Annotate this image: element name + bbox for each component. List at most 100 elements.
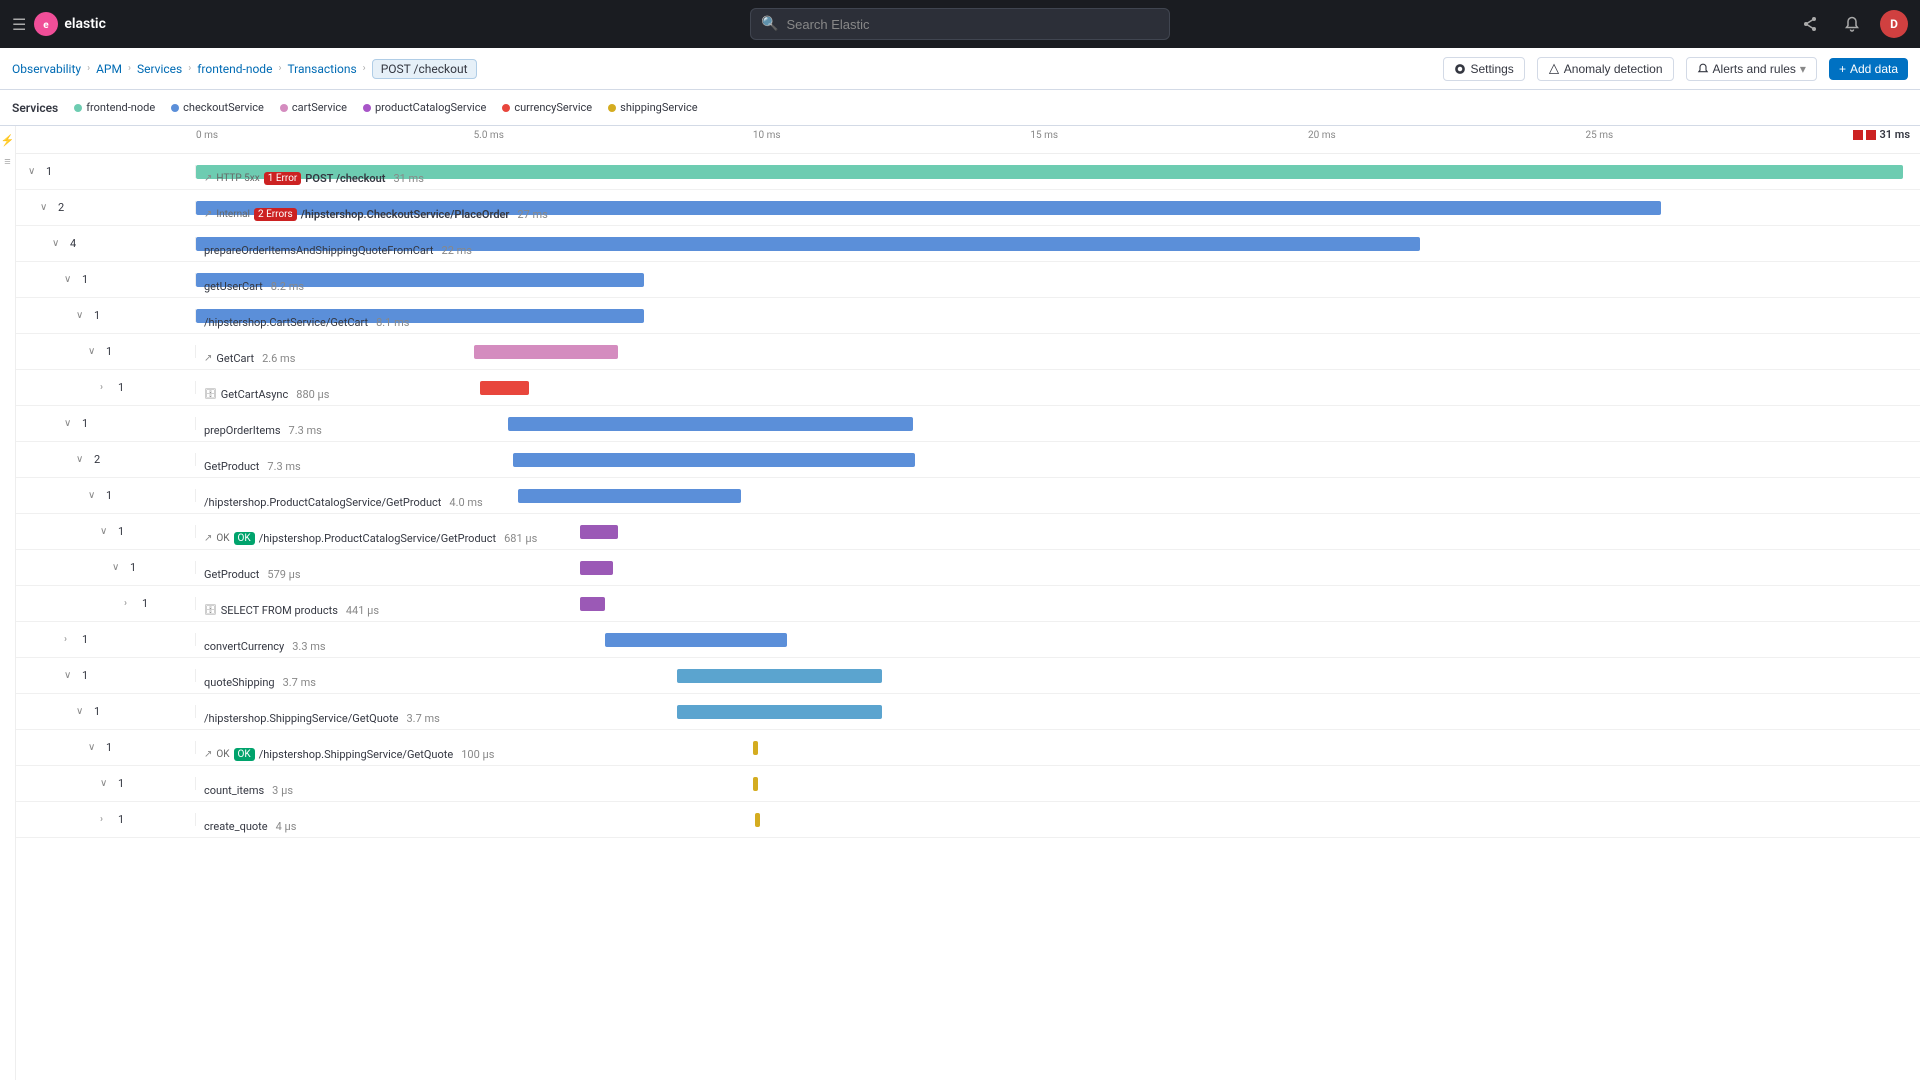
expand-btn-r8[interactable]: ∨ (64, 418, 78, 429)
svg-text:e: e (44, 20, 50, 31)
row-left-r13: ›1 (16, 597, 196, 610)
row-left-r2: ∨2 (16, 201, 196, 214)
span-label: /hipstershop.ProductCatalogService/GetPr… (259, 532, 496, 545)
anomaly-detection-button[interactable]: Anomaly detection (1537, 57, 1674, 81)
expand-btn-r5[interactable]: ∨ (76, 310, 90, 321)
breadcrumb-transactions[interactable]: Transactions (287, 62, 356, 76)
breadcrumb-frontend-node[interactable]: frontend-node (197, 62, 272, 76)
span-duration: 4 µs (276, 820, 297, 833)
span-duration: 4.0 ms (449, 496, 482, 509)
trace-rows[interactable]: ∨1↗HTTP 5xx1 ErrorPOST /checkout31 ms∨2↗… (16, 154, 1920, 1080)
breadcrumb-observability[interactable]: Observability (12, 62, 81, 76)
ruler-mark-20: 20 ms (1308, 130, 1336, 141)
span-label: /hipstershop.CartService/GetCart (204, 316, 368, 329)
breadcrumb-apm[interactable]: APM (96, 62, 122, 76)
settings-button[interactable]: Settings (1443, 57, 1524, 81)
ruler-mark-10: 10 ms (753, 130, 781, 141)
elastic-logo-icon: e (34, 12, 58, 36)
expand-btn-r17[interactable]: ∨ (88, 742, 102, 753)
breadcrumb-services[interactable]: Services (137, 62, 182, 76)
row-right-r9: GetProduct7.3 ms (196, 442, 1920, 477)
span-bar-r7 (480, 381, 528, 395)
sidebar-icons: ⚡ ≡ (0, 126, 16, 1080)
expand-btn-r14[interactable]: › (64, 634, 78, 645)
row-count-r6: 1 (106, 345, 112, 358)
notifications-icon[interactable] (1838, 10, 1866, 38)
ruler-mark-25: 25 ms (1586, 130, 1614, 141)
currency-dot (502, 104, 510, 112)
row-left-r10: ∨1 (16, 489, 196, 502)
span-duration: 880 µs (296, 388, 329, 401)
expand-btn-r19[interactable]: › (100, 814, 114, 825)
row-left-r6: ∨1 (16, 345, 196, 358)
expand-btn-r15[interactable]: ∨ (64, 670, 78, 681)
ruler-marks: 0 ms 5.0 ms 10 ms 15 ms 20 ms 25 ms 31 m… (196, 126, 1920, 153)
span-bar-r6 (474, 345, 619, 359)
row-right-r1: ↗HTTP 5xx1 ErrorPOST /checkout31 ms (196, 154, 1920, 189)
row-right-r14: convertCurrency3.3 ms (196, 622, 1920, 657)
elastic-text: elastic (64, 16, 106, 32)
expand-btn-r12[interactable]: ∨ (112, 562, 126, 573)
trace-row: ∨ 4 prepareOrderItemsAndShippingQuoteFromC… (16, 226, 1920, 262)
expand-btn-r1[interactable]: ∨ (28, 166, 42, 177)
expand-btn-r2[interactable]: ∨ (40, 202, 54, 213)
row-count-r3: 4 (70, 237, 76, 250)
span-arrow-icon: ↗ (204, 533, 212, 544)
row-label-r3: prepareOrderItemsAndShippingQuoteFromCar… (204, 244, 472, 257)
share-icon[interactable] (1796, 10, 1824, 38)
expand-btn-r18[interactable]: ∨ (100, 778, 114, 789)
alerts-rules-button[interactable]: Alerts and rules ▾ (1686, 57, 1817, 81)
span-duration: 27 ms (517, 208, 547, 221)
expand-btn-r6[interactable]: ∨ (88, 346, 102, 357)
row-label-r18: count_items3 µs (204, 784, 293, 797)
row-right-r3: prepareOrderItemsAndShippingQuoteFromCar… (196, 226, 1920, 261)
service-legend-frontend-node: frontend-node (74, 101, 155, 114)
expand-btn-r10[interactable]: ∨ (88, 490, 102, 501)
span-duration: 579 µs (267, 568, 300, 581)
row-left-r15: ∨1 (16, 669, 196, 682)
list-icon[interactable]: ≡ (4, 155, 10, 168)
ruler-mark-0: 0 ms (196, 130, 218, 141)
span-label: create_quote (204, 820, 268, 833)
span-bar-r15 (677, 669, 882, 683)
hamburger-menu[interactable]: ☰ (12, 15, 26, 34)
row-label-r16: /hipstershop.ShippingService/GetQuote3.7… (204, 712, 440, 725)
span-duration: 2.6 ms (262, 352, 295, 365)
services-legend-bar: Services frontend-node checkoutService c… (0, 90, 1920, 126)
row-count-r4: 1 (82, 273, 88, 286)
add-data-button[interactable]: + Add data (1829, 58, 1908, 80)
span-bar-r12 (580, 561, 613, 575)
expand-btn-r11[interactable]: ∨ (100, 526, 114, 537)
expand-btn-r7[interactable]: › (100, 382, 114, 393)
span-label: /hipstershop.ProductCatalogService/GetPr… (204, 496, 441, 509)
row-label-r8: prepOrderItems7.3 ms (204, 424, 322, 437)
row-left-r9: ∨2 (16, 453, 196, 466)
breadcrumb-arrow-5: › (363, 63, 366, 74)
breadcrumb-post-checkout[interactable]: POST /checkout (372, 59, 477, 79)
expand-btn-r9[interactable]: ∨ (76, 454, 90, 465)
row-left-r16: ∨1 (16, 705, 196, 718)
row-left-r14: ›1 (16, 633, 196, 646)
row-count-r9: 2 (94, 453, 100, 466)
span-duration: 31 ms (393, 172, 423, 185)
search-input[interactable] (786, 17, 1159, 32)
row-left-r17: ∨1 (16, 741, 196, 754)
expand-btn-r16[interactable]: ∨ (76, 706, 90, 717)
user-avatar[interactable]: D (1880, 10, 1908, 38)
expand-btn-r13[interactable]: › (124, 598, 138, 609)
row-right-r12: GetProduct579 µs (196, 550, 1920, 585)
trace-row: ∨1↗OKOK/hipstershop.ShippingService/GetQ… (16, 730, 1920, 766)
span-label: GetCart (216, 352, 254, 365)
row-label-r1: ↗HTTP 5xx1 ErrorPOST /checkout31 ms (204, 172, 424, 185)
row-label-r15: quoteShipping3.7 ms (204, 676, 316, 689)
expand-btn-r3[interactable]: ∨ (52, 238, 66, 249)
expand-btn-r4[interactable]: ∨ (64, 274, 78, 285)
row-count-r15: 1 (82, 669, 88, 682)
trace-row: ∨2GetProduct7.3 ms (16, 442, 1920, 478)
filter-icon[interactable]: ⚡ (1, 134, 15, 147)
row-label-r11: ↗OKOK/hipstershop.ProductCatalogService/… (204, 532, 537, 545)
chevron-down-icon: ▾ (1800, 62, 1806, 76)
row-right-r2: ↗Internal2 Errors/hipstershop.CheckoutSe… (196, 190, 1920, 225)
search-bar[interactable]: 🔍 (750, 8, 1170, 40)
service-legend-currency: currencyService (502, 101, 592, 114)
